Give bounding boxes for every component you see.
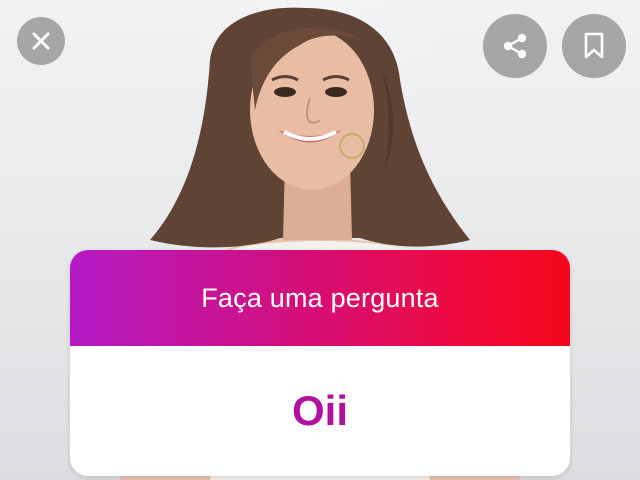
question-prompt: Faça uma pergunta bbox=[70, 250, 570, 346]
close-icon bbox=[32, 32, 50, 50]
bookmark-icon bbox=[584, 32, 604, 59]
bookmark-button[interactable] bbox=[562, 14, 626, 78]
share-icon bbox=[503, 33, 527, 59]
question-sticker[interactable]: Faça uma pergunta Oii bbox=[70, 250, 570, 476]
share-button[interactable] bbox=[483, 14, 547, 78]
answer-text: Oii bbox=[291, 387, 348, 434]
close-button[interactable] bbox=[17, 17, 65, 65]
